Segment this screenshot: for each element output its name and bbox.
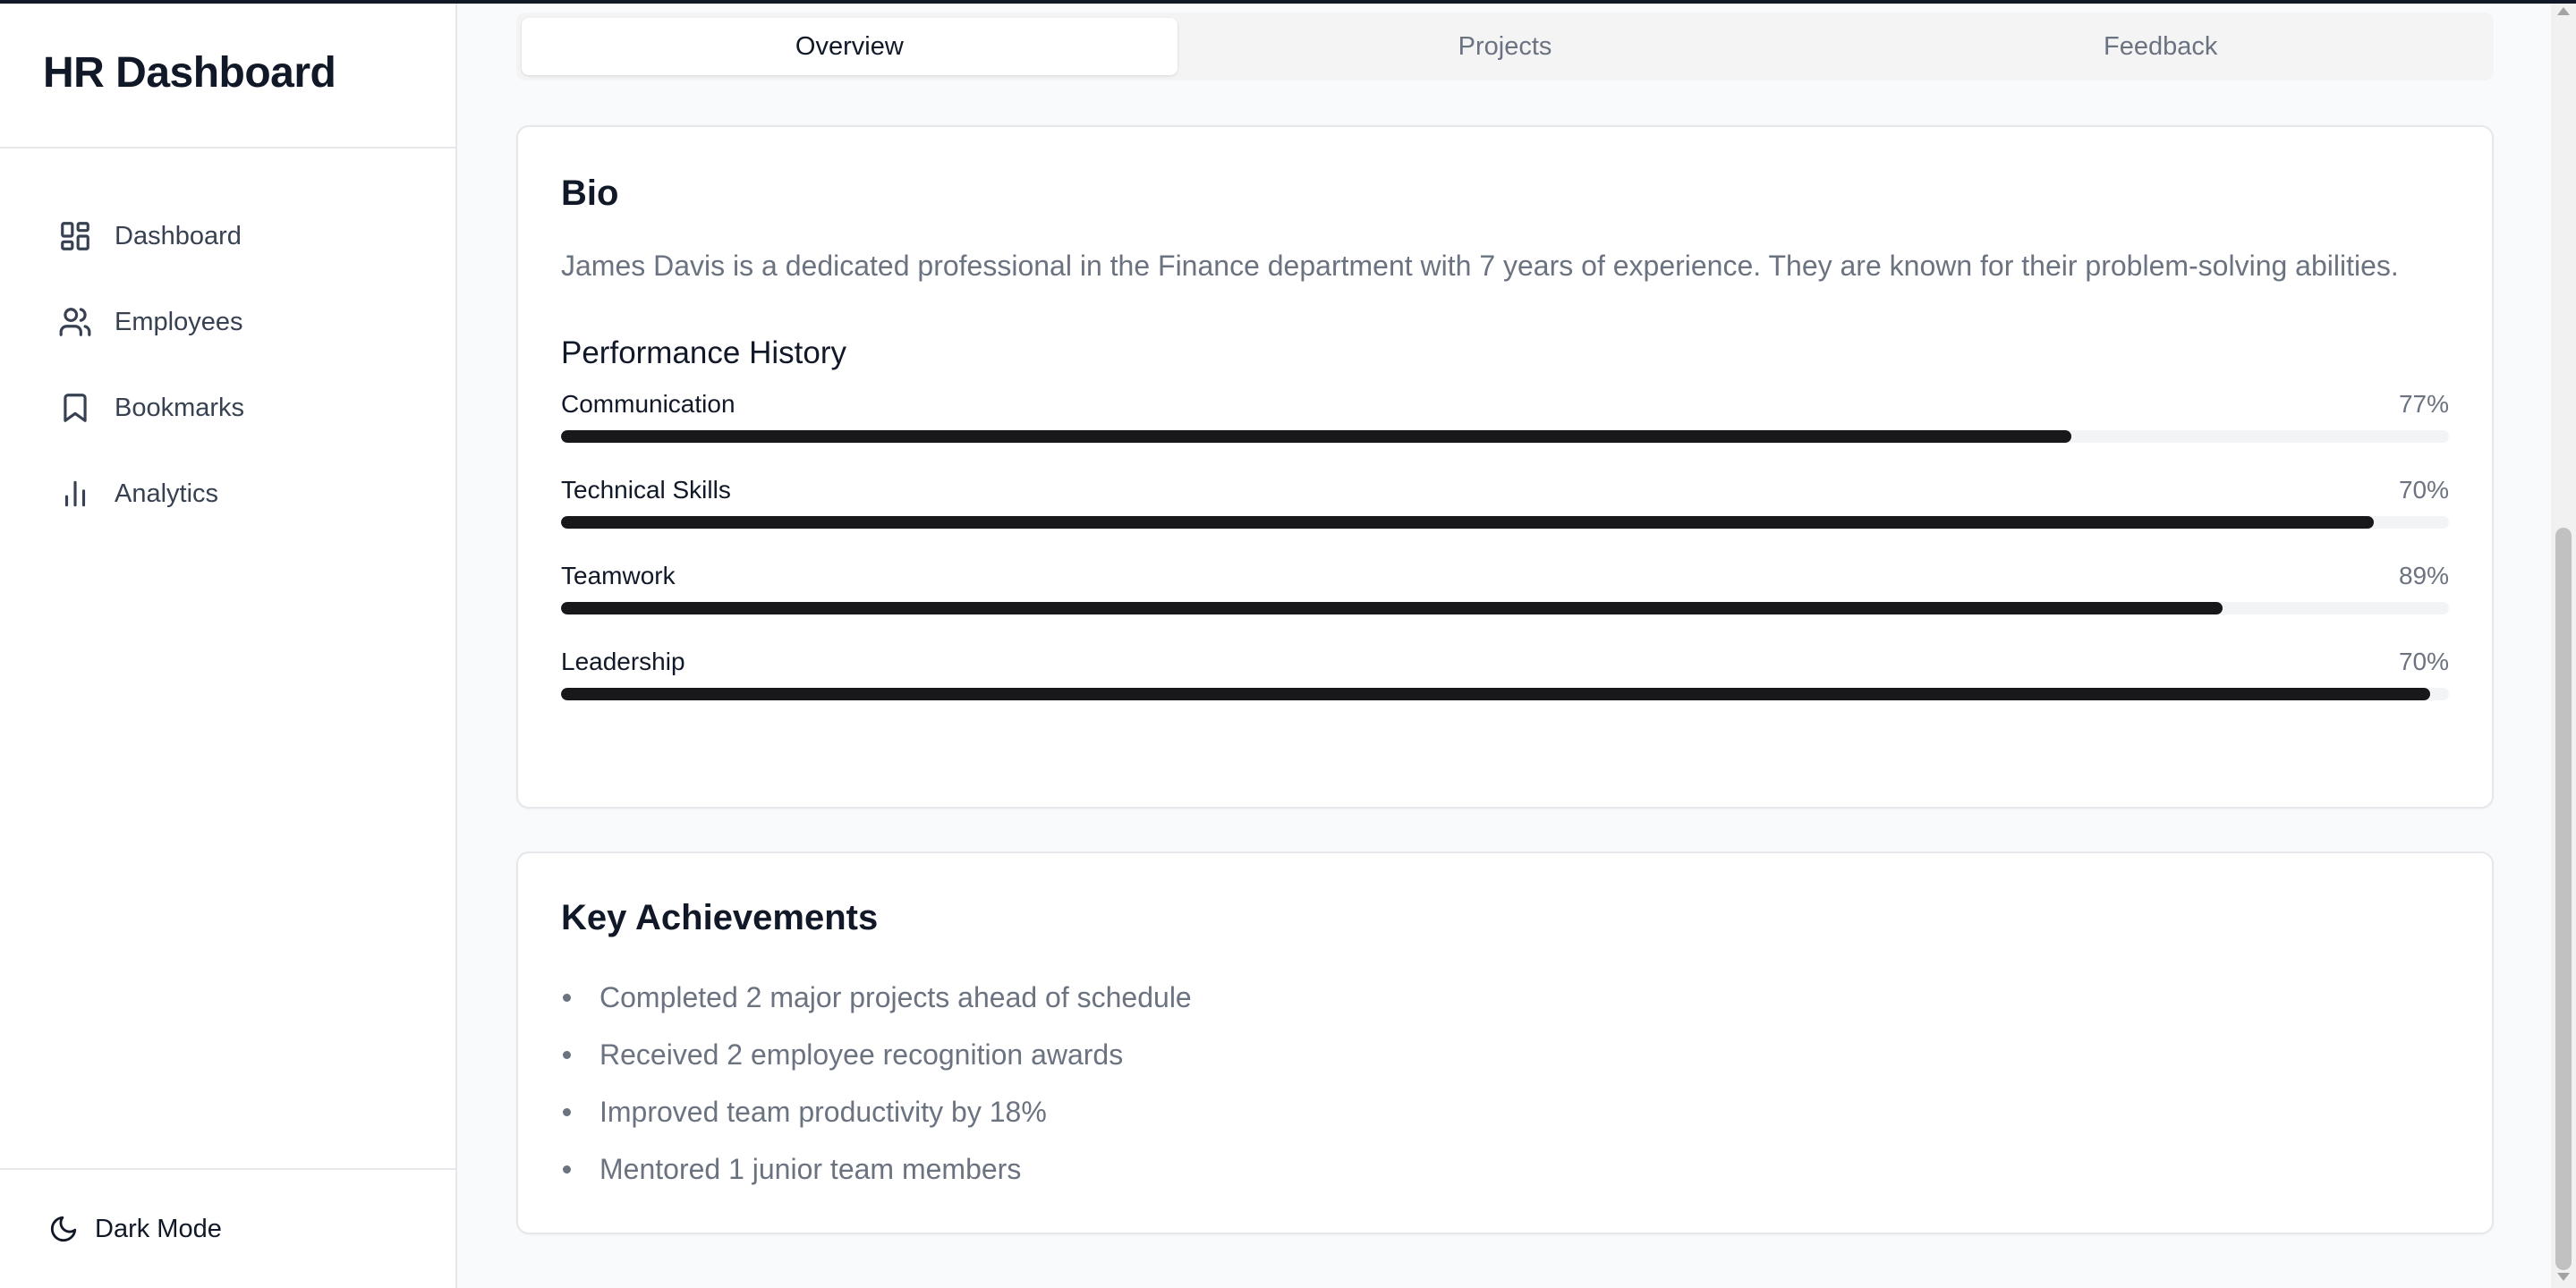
metric-label: Teamwork <box>561 562 676 589</box>
sidebar-item-label: Dashboard <box>115 221 242 250</box>
metric-communication: Communication 77% <box>561 389 2449 475</box>
performance-heading: Performance History <box>561 335 846 370</box>
metric-percent: 77% <box>2398 390 2449 418</box>
sidebar-item-dashboard[interactable]: Dashboard <box>0 193 455 279</box>
bar-chart-icon <box>57 476 93 512</box>
progress-fill <box>561 602 2223 614</box>
app-title: HR Dashboard <box>0 0 455 148</box>
metric-percent: 89% <box>2398 562 2449 589</box>
bio-card: Bio James Davis is a dedicated professio… <box>516 125 2494 809</box>
progress-fill <box>561 688 2430 700</box>
dark-mode-label: Dark Mode <box>95 1214 222 1243</box>
sidebar-item-label: Bookmarks <box>115 393 245 422</box>
vertical-scrollbar[interactable] <box>2551 0 2576 1288</box>
scrollbar-thumb[interactable] <box>2555 528 2572 1270</box>
list-item: Improved team productivity by 18% <box>561 1083 2449 1140</box>
sidebar-item-label: Analytics <box>115 479 219 508</box>
bookmark-icon <box>57 390 93 426</box>
metric-leadership: Leadership 70% <box>561 647 2449 733</box>
moon-icon <box>50 1216 77 1242</box>
progress-bar <box>561 688 2449 700</box>
dashboard-grid-icon <box>57 218 93 254</box>
metric-label: Technical Skills <box>561 476 731 504</box>
sidebar: HR Dashboard Dashboard Employees Bookmar… <box>0 0 457 1288</box>
list-item: Mentored 1 junior team members <box>561 1140 2449 1198</box>
tab-projects[interactable]: Projects <box>1177 18 1833 75</box>
progress-bar <box>561 602 2449 614</box>
tab-overview[interactable]: Overview <box>522 18 1177 75</box>
scroll-down-arrow-icon[interactable] <box>2557 1273 2570 1281</box>
achievements-card: Key Achievements Completed 2 major proje… <box>516 852 2494 1234</box>
scroll-up-arrow-icon[interactable] <box>2557 7 2570 15</box>
tab-feedback[interactable]: Feedback <box>1832 18 2488 75</box>
sidebar-item-bookmarks[interactable]: Bookmarks <box>0 365 455 451</box>
metric-percent: 70% <box>2398 648 2449 675</box>
progress-fill <box>561 516 2374 529</box>
metric-label: Leadership <box>561 648 685 675</box>
progress-fill <box>561 430 2071 443</box>
dark-mode-toggle[interactable]: Dark Mode <box>0 1168 455 1288</box>
tab-list: Overview Projects Feedback <box>516 13 2494 80</box>
progress-bar <box>561 430 2449 443</box>
metric-label: Communication <box>561 390 735 418</box>
users-icon <box>57 304 93 340</box>
metric-teamwork: Teamwork 89% <box>561 561 2449 647</box>
bio-text: James Davis is a dedicated professional … <box>561 250 2399 282</box>
sidebar-item-analytics[interactable]: Analytics <box>0 451 455 537</box>
performance-metrics: Communication 77% Technical Skills 70% T… <box>561 389 2449 733</box>
achievements-heading: Key Achievements <box>561 898 879 937</box>
sidebar-item-label: Employees <box>115 307 243 336</box>
sidebar-nav: Dashboard Employees Bookmarks Analytics <box>0 148 455 537</box>
progress-bar <box>561 516 2449 529</box>
achievements-list: Completed 2 major projects ahead of sche… <box>561 969 2449 1198</box>
sidebar-item-employees[interactable]: Employees <box>0 279 455 365</box>
list-item: Received 2 employee recognition awards <box>561 1026 2449 1083</box>
metric-technical-skills: Technical Skills 70% <box>561 475 2449 561</box>
list-item: Completed 2 major projects ahead of sche… <box>561 969 2449 1026</box>
bio-heading: Bio <box>561 174 619 213</box>
top-border <box>0 0 2576 4</box>
metric-percent: 70% <box>2398 476 2449 504</box>
